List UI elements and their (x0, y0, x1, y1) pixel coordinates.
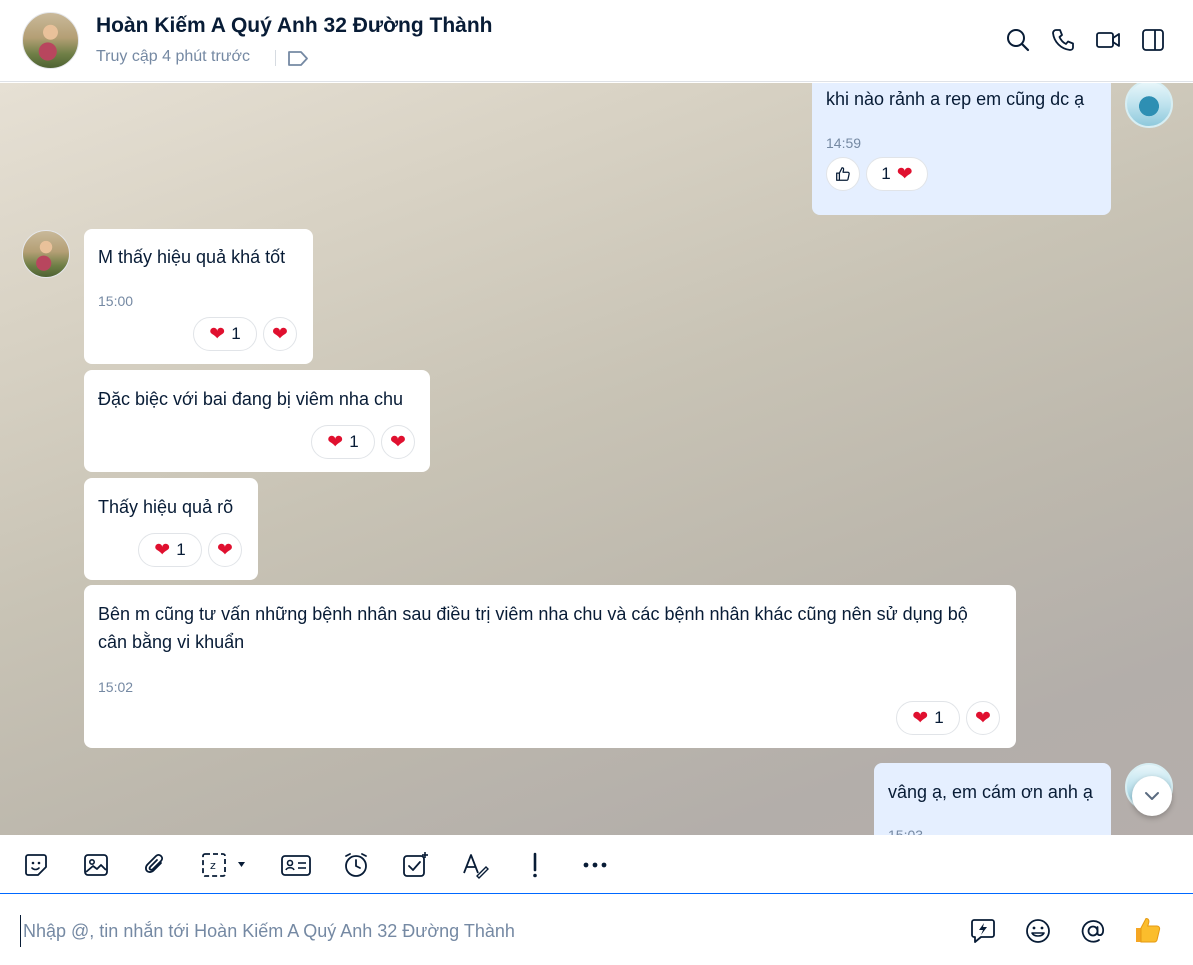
task-icon[interactable] (401, 851, 429, 879)
last-seen-status: Truy cập 4 phút trước (96, 48, 250, 65)
reaction-count: 1 (349, 432, 359, 451)
reaction-count: 1 (176, 540, 186, 559)
message-bubble-incoming[interactable]: M thấy hiệu quả khá tốt 15:00 ❤ 1 ❤ (84, 229, 313, 364)
message-text: Thấy hiệu quả rõ (98, 497, 234, 517)
heart-icon: ❤ (327, 431, 344, 453)
reaction-summary[interactable]: ❤ 1 (896, 701, 960, 735)
image-icon[interactable] (82, 851, 110, 879)
message-time: 15:00 (98, 293, 134, 309)
thumbs-up-send-icon[interactable] (1133, 915, 1163, 945)
message-bubble-incoming[interactable]: Thấy hiệu quả rõ ❤ 1 ❤ (84, 478, 258, 580)
message-text: Đặc biệc với bai đang bị viêm nha chu (98, 389, 403, 409)
chat-header: Hoàn Kiếm A Quý Anh 32 Đường Thành Truy … (0, 0, 1193, 82)
my-avatar[interactable] (1125, 83, 1173, 128)
message-input[interactable] (20, 915, 920, 947)
heart-reaction-button[interactable]: ❤ (208, 533, 242, 567)
reaction-count: 1 (881, 164, 891, 183)
format-text-icon[interactable] (461, 851, 489, 879)
composer-toolbar: z (0, 835, 1193, 894)
emoji-icon[interactable] (1024, 917, 1052, 945)
message-text: khi nào rảnh a rep em cũng dc ạ (826, 89, 1085, 109)
video-call-icon[interactable] (1095, 27, 1121, 53)
message-text: M thấy hiệu quả khá tốt (98, 247, 286, 267)
reaction-summary[interactable]: ❤ 1 (138, 533, 202, 567)
heart-icon: ❤ (272, 323, 288, 345)
mention-icon[interactable] (1079, 917, 1107, 945)
message-bubble-incoming[interactable]: Đặc biệc với bai đang bị viêm nha chu ❤ … (84, 370, 430, 472)
message-time: 15:03 (888, 827, 924, 835)
status-divider (275, 50, 276, 66)
contact-name[interactable]: Hoàn Kiếm A Quý Anh 32 Đường Thành (96, 14, 493, 38)
message-text-line-1: Bên m cũng tư vấn những bệnh nhân sau đi… (98, 604, 968, 624)
phone-icon[interactable] (1050, 27, 1076, 53)
screenshot-icon[interactable]: z (201, 851, 253, 879)
thumbs-up-icon (836, 167, 850, 181)
svg-text:z: z (210, 859, 216, 872)
scroll-to-bottom-button[interactable] (1132, 776, 1172, 816)
heart-icon: ❤ (896, 163, 913, 185)
message-time: 15:02 (98, 679, 134, 695)
heart-icon: ❤ (217, 539, 233, 561)
tag-icon[interactable] (287, 50, 309, 67)
search-icon[interactable] (1005, 27, 1031, 53)
heart-reaction-button[interactable]: ❤ (381, 425, 415, 459)
contact-card-icon[interactable] (280, 851, 312, 879)
heart-icon: ❤ (390, 431, 406, 453)
heart-icon: ❤ (209, 323, 226, 345)
message-bubble-outgoing[interactable]: vâng ạ, em cám ơn anh ạ 15:03 (874, 763, 1111, 835)
reaction-count: 1 (231, 324, 241, 343)
reaction-summary[interactable]: ❤ 1 (311, 425, 375, 459)
reaction-summary[interactable]: 1 ❤ (866, 157, 928, 191)
like-reaction-button[interactable] (826, 157, 860, 191)
reaction-summary[interactable]: ❤ 1 (193, 317, 257, 351)
heart-icon: ❤ (975, 707, 991, 729)
message-text: vâng ạ, em cám ơn anh ạ (888, 782, 1093, 802)
more-icon[interactable] (581, 851, 609, 879)
contact-avatar-small[interactable] (22, 230, 70, 278)
heart-reaction-button[interactable]: ❤ (966, 701, 1000, 735)
chevron-down-icon (1145, 792, 1159, 800)
message-bubble-incoming[interactable]: Bên m cũng tư vấn những bệnh nhân sau đi… (84, 585, 1016, 748)
reaction-count: 1 (934, 708, 944, 727)
reminder-clock-icon[interactable] (342, 851, 370, 879)
message-bubble-outgoing[interactable]: khi nào rảnh a rep em cũng dc ạ 14:59 1 … (812, 83, 1111, 215)
heart-icon: ❤ (912, 707, 929, 729)
attachment-icon[interactable] (141, 851, 169, 879)
sticker-icon[interactable] (22, 851, 50, 879)
composer (0, 895, 1193, 965)
heart-icon: ❤ (154, 539, 171, 561)
heart-reaction-button[interactable]: ❤ (263, 317, 297, 351)
message-text-line-2: cân bằng vi khuẩn (98, 632, 245, 652)
contact-avatar[interactable] (22, 12, 79, 69)
quick-message-icon[interactable] (969, 917, 997, 945)
message-time: 14:59 (826, 135, 862, 151)
urgent-icon[interactable] (521, 851, 549, 879)
message-list[interactable]: khi nào rảnh a rep em cũng dc ạ 14:59 1 … (0, 83, 1193, 835)
sidebar-toggle-icon[interactable] (1140, 27, 1166, 53)
